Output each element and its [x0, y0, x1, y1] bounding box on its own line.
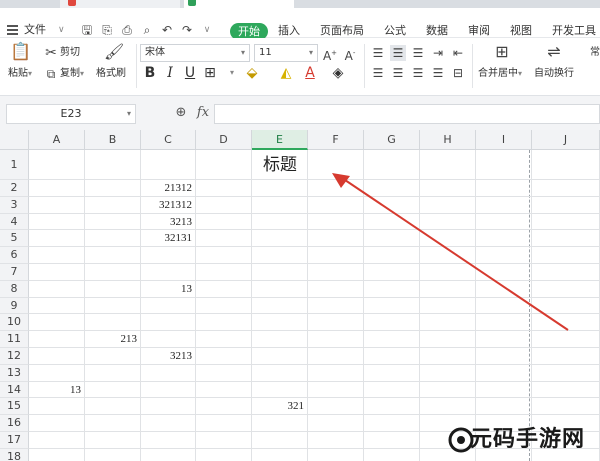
arrow-shaft	[344, 179, 569, 331]
annotation-arrow	[332, 173, 569, 331]
watermark-text: 元码手游网	[470, 427, 586, 452]
